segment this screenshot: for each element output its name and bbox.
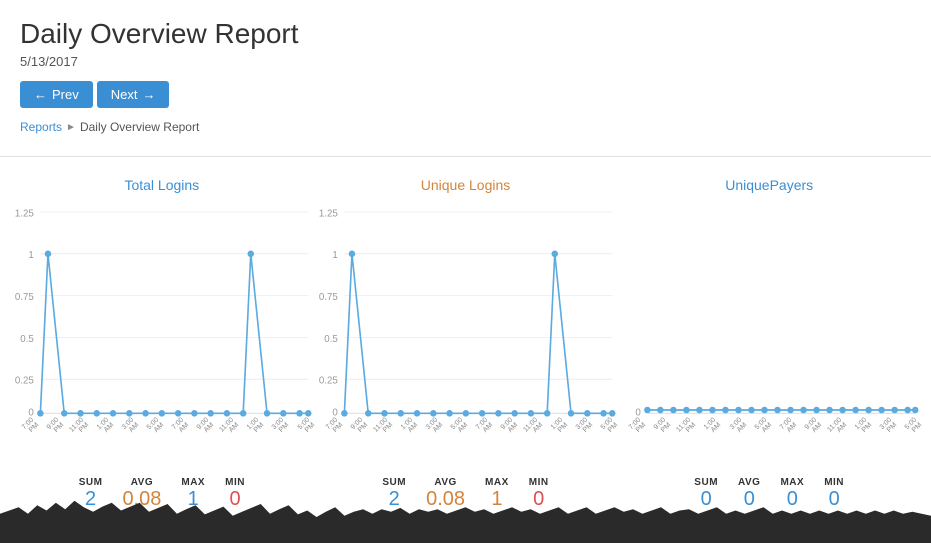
min-value-up: 0: [829, 488, 840, 511]
avg-value-ul: 0.08: [426, 488, 465, 511]
stat-min-ul: MIN 0: [529, 477, 549, 511]
sum-value-up: 0: [701, 488, 712, 511]
min-value: 0: [229, 488, 240, 511]
stat-min: MIN 0: [225, 477, 245, 511]
chart-unique-payers: UniquePayers 0: [617, 177, 921, 511]
stats-unique-payers: SUM 0 AVG 0 MAX 0 MIN 0: [694, 477, 844, 511]
chart-area-total-logins: 1.25 1 0.75 0.5 0.25 0: [10, 201, 314, 421]
chart-svg-total-logins: 1.25 1 0.75 0.5 0.25 0: [10, 201, 314, 421]
stat-avg-ul: AVG 0.08: [426, 477, 465, 511]
chart-area-unique-logins: 1.25 1 0.75 0.5 0.25 0: [314, 201, 618, 421]
stat-max: MAX 1: [181, 477, 205, 511]
stat-sum-up: SUM 0: [694, 477, 718, 511]
arrow-right-icon: →: [142, 87, 155, 102]
max-value-ul: 1: [491, 488, 502, 511]
chart-total-logins: Total Logins 1.25 1 0.75 0.5 0.25 0: [10, 177, 314, 511]
svg-text:1.25: 1.25: [319, 208, 339, 219]
svg-text:0.75: 0.75: [319, 292, 339, 303]
max-label: MAX: [181, 477, 205, 488]
sum-label: SUM: [79, 477, 103, 488]
svg-text:0.25: 0.25: [319, 376, 339, 387]
min-label-up: MIN: [824, 477, 844, 488]
chart-svg-unique-payers: 0: [617, 201, 921, 421]
stat-sum: SUM 2: [79, 477, 103, 511]
prev-button[interactable]: ← Prev: [20, 81, 93, 108]
nav-buttons: ← Prev Next →: [20, 81, 911, 108]
chart-area-unique-payers: 0: [617, 201, 921, 421]
chart-title-total-logins: Total Logins: [124, 177, 199, 193]
chart-svg-unique-logins: 1.25 1 0.75 0.5 0.25 0: [314, 201, 618, 421]
breadcrumb-current: Daily Overview Report: [80, 120, 199, 134]
charts-container: Total Logins 1.25 1 0.75 0.5 0.25 0: [0, 157, 931, 521]
sum-value-ul: 2: [389, 488, 400, 511]
avg-value-up: 0: [744, 488, 755, 511]
stat-max-up: MAX 0: [780, 477, 804, 511]
stats-unique-logins: SUM 2 AVG 0.08 MAX 1 MIN 0: [382, 477, 548, 511]
chart-title-unique-payers: UniquePayers: [725, 177, 813, 193]
svg-text:0.5: 0.5: [20, 334, 34, 345]
breadcrumb-reports-link[interactable]: Reports: [20, 120, 62, 134]
svg-text:0.75: 0.75: [15, 292, 35, 303]
chart-title-unique-logins: Unique Logins: [421, 177, 511, 193]
max-label-ul: MAX: [485, 477, 509, 488]
svg-text:1.25: 1.25: [15, 208, 35, 219]
min-value-ul: 0: [533, 488, 544, 511]
x-labels-unique-logins: 7:00 PM 9:00 PM 11:00 PM 1:00 AM 3:00 AM…: [314, 423, 618, 437]
sum-label-ul: SUM: [382, 477, 406, 488]
stat-max-ul: MAX 1: [485, 477, 509, 511]
x-labels-total-logins: 7:00 PM 9:00 PM 11:00 PM 1:00 AM 3:00 AM…: [10, 423, 314, 437]
stats-total-logins: SUM 2 AVG 0.08 MAX 1 MIN 0: [79, 477, 245, 511]
svg-text:1: 1: [28, 250, 33, 261]
breadcrumb: Reports ► Daily Overview Report: [20, 120, 911, 134]
avg-label: AVG: [131, 477, 153, 488]
sum-value: 2: [85, 488, 96, 511]
page-title: Daily Overview Report: [20, 18, 911, 50]
min-label: MIN: [225, 477, 245, 488]
max-value-up: 0: [787, 488, 798, 511]
x-labels-unique-payers: 7:00 PM 9:00 PM 11:00 PM 1:00 AM 3:00 AM…: [617, 423, 921, 437]
arrow-left-icon: ←: [34, 87, 47, 102]
stat-min-up: MIN 0: [824, 477, 844, 511]
stat-avg-up: AVG 0: [738, 477, 760, 511]
page-date: 5/13/2017: [20, 54, 911, 69]
avg-label-up: AVG: [738, 477, 760, 488]
stat-sum-ul: SUM 2: [382, 477, 406, 511]
max-label-up: MAX: [780, 477, 804, 488]
min-label-ul: MIN: [529, 477, 549, 488]
svg-text:0.5: 0.5: [324, 334, 338, 345]
next-button[interactable]: Next →: [97, 81, 170, 108]
svg-text:0.25: 0.25: [15, 376, 35, 387]
avg-label-ul: AVG: [434, 477, 456, 488]
svg-text:1: 1: [332, 250, 337, 261]
page-header: Daily Overview Report 5/13/2017 ← Prev N…: [0, 0, 931, 144]
breadcrumb-separator: ►: [66, 122, 76, 133]
sum-label-up: SUM: [694, 477, 718, 488]
chart-unique-logins: Unique Logins 1.25 1 0.75 0.5 0.25 0: [314, 177, 618, 511]
